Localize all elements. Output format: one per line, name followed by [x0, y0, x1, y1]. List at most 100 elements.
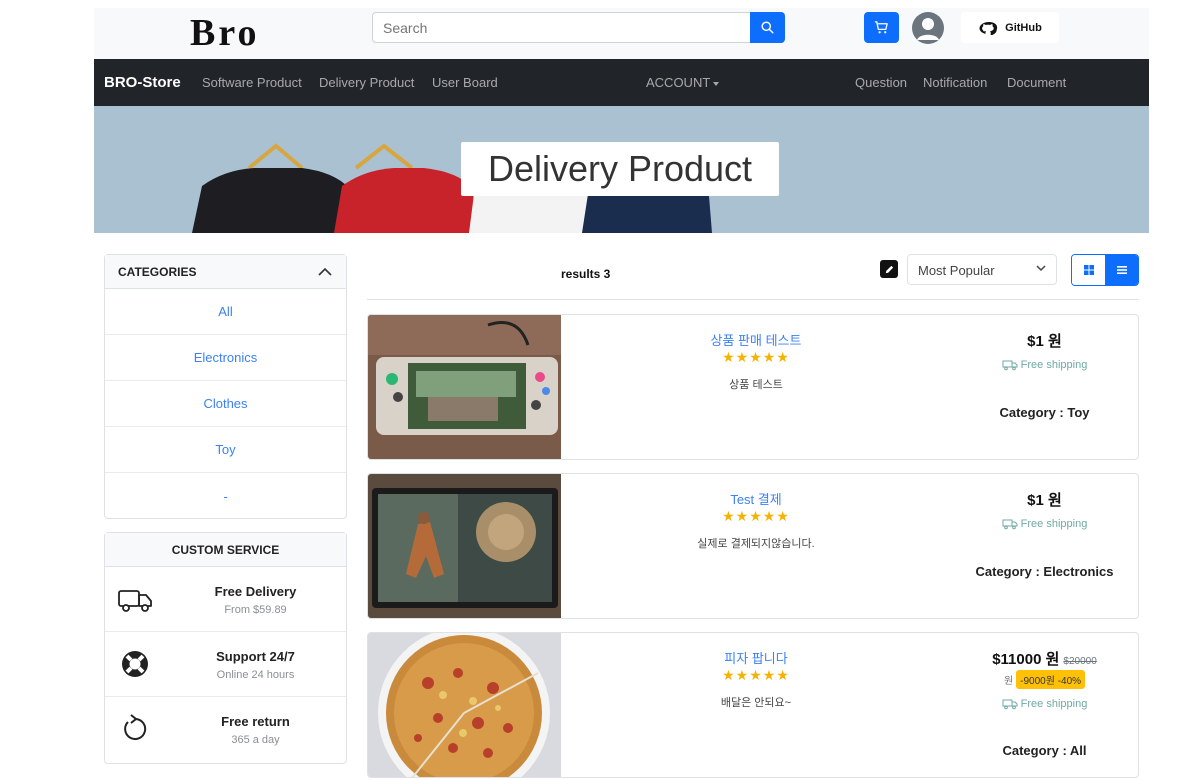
custom-service-header: CUSTOM SERVICE: [105, 533, 346, 567]
product-image[interactable]: [368, 633, 561, 777]
discount-badge: -9000원 -40%: [1016, 670, 1086, 689]
rating-stars: ★★★★★: [722, 667, 790, 683]
product-name-link[interactable]: 상품 판매 테스트: [561, 330, 951, 349]
product-price: $1 원: [1027, 492, 1062, 509]
product-card[interactable]: Test 결제 ★★★★★ 실제로 결제되지않습니다. $1 원 Free sh…: [367, 473, 1139, 619]
category-item-dash[interactable]: -: [105, 473, 346, 519]
hero-banner: Delivery Product: [94, 106, 1149, 233]
product-pricing: $1 원 Free shipping Category : Toy: [951, 315, 1138, 459]
pencil-icon: [885, 265, 893, 273]
navbar-brand[interactable]: BRO-Store: [104, 74, 181, 91]
chevron-down-icon: [1036, 265, 1046, 272]
product-category: Category : Toy: [999, 405, 1090, 420]
category-item-toy[interactable]: Toy: [105, 427, 346, 473]
product-pricing: $1 원 Free shipping Category : Electronic…: [951, 474, 1138, 618]
product-description: 상품 테스트: [729, 379, 783, 391]
search-bar: [372, 12, 785, 43]
rating-stars: ★★★★★: [722, 349, 790, 365]
nav-account-dropdown[interactable]: ACCOUNT: [646, 75, 720, 90]
category-item-all[interactable]: All: [105, 289, 346, 335]
lifebuoy-icon: [122, 651, 148, 677]
product-card[interactable]: 피자 팝니다 ★★★★★ 배달은 안되요~ $11000 원 $20000 원 -9…: [367, 632, 1139, 778]
free-shipping: Free shipping: [951, 359, 1138, 371]
discount-unit: 원: [1003, 676, 1014, 687]
product-price: $1 원: [1027, 333, 1062, 350]
edit-button[interactable]: [880, 260, 898, 278]
return-icon: [124, 714, 147, 740]
product-description: 배달은 안되요~: [720, 697, 792, 709]
main-navbar: BRO-Store Software Product Delivery Prod…: [94, 59, 1149, 106]
category-item-electronics[interactable]: Electronics: [105, 335, 346, 381]
nav-user-board[interactable]: User Board: [432, 75, 498, 90]
product-discount: 원 -9000원 -40%: [951, 670, 1138, 689]
free-shipping: Free shipping: [951, 698, 1138, 710]
category-item-clothes[interactable]: Clothes: [105, 381, 346, 427]
service-title: Free Delivery: [214, 584, 297, 599]
truck-icon: [1002, 699, 1018, 709]
product-category: Category : All: [1002, 743, 1087, 758]
sort-select[interactable]: Most Popular: [907, 254, 1057, 285]
github-button[interactable]: GitHub: [961, 12, 1059, 43]
product-price-value: $11000 원: [992, 651, 1060, 668]
github-label: GitHub: [1005, 21, 1042, 34]
caret-down-icon: [713, 81, 720, 86]
product-category: Category : Electronics: [975, 564, 1114, 579]
product-image[interactable]: [368, 315, 561, 459]
grid-view-button[interactable]: [1072, 255, 1105, 285]
product-info: Test 결제 ★★★★★ 실제로 결제되지않습니다.: [561, 474, 951, 618]
service-title: Support 24/7: [216, 649, 295, 664]
service-subtitle: From $59.89: [224, 604, 287, 616]
categories-title: CATEGORIES: [118, 264, 197, 279]
free-shipping: Free shipping: [951, 518, 1138, 530]
cart-button[interactable]: [864, 12, 899, 43]
handheld-console-photo: [368, 315, 561, 459]
nav-question[interactable]: Question: [855, 75, 907, 90]
shipping-label: Free shipping: [1020, 359, 1088, 371]
product-image[interactable]: [368, 474, 561, 618]
list-icon: [1116, 266, 1127, 274]
page-frame: Bro GitHub BRO-Store Software Product De…: [94, 8, 1149, 780]
sort-selected-value: Most Popular: [918, 263, 995, 278]
custom-service-title: CUSTOM SERVICE: [171, 542, 280, 557]
service-item-delivery: Free Delivery From $59.89: [105, 567, 346, 632]
truck-icon: [118, 590, 152, 612]
nav-document[interactable]: Document: [1007, 75, 1066, 90]
top-header: Bro GitHub: [94, 8, 1149, 59]
shipping-label: Free shipping: [1020, 518, 1088, 530]
custom-service-card: CUSTOM SERVICE Free Delivery From $59.89…: [104, 532, 347, 764]
site-logo[interactable]: Bro: [190, 11, 260, 55]
product-info: 피자 팝니다 ★★★★★ 배달은 안되요~: [561, 633, 951, 777]
product-info: 상품 판매 테스트 ★★★★★ 상품 테스트: [561, 315, 951, 459]
search-input[interactable]: [372, 12, 750, 43]
truck-icon: [1002, 519, 1018, 529]
service-subtitle: Online 24 hours: [216, 669, 295, 681]
categories-card: CATEGORIES All Electronics Clothes Toy -: [104, 254, 347, 519]
view-toggle: [1071, 254, 1139, 286]
pizza-photo: [368, 633, 561, 777]
product-card[interactable]: 상품 판매 테스트 ★★★★★ 상품 테스트 $1 원 Free shippin…: [367, 314, 1139, 460]
github-icon: [979, 21, 998, 35]
list-view-button[interactable]: [1105, 255, 1138, 285]
results-divider: [367, 299, 1139, 300]
product-name-link[interactable]: Test 결제: [561, 489, 951, 508]
search-button[interactable]: [750, 12, 785, 43]
product-name-link[interactable]: 피자 팝니다: [561, 648, 951, 667]
truck-icon: [1002, 360, 1018, 370]
nav-notification[interactable]: Notification: [923, 75, 987, 90]
service-item-support: Support 24/7 Online 24 hours: [105, 632, 346, 697]
categories-header[interactable]: CATEGORIES: [105, 255, 346, 289]
user-icon: [917, 18, 939, 40]
nav-delivery-product[interactable]: Delivery Product: [319, 75, 414, 90]
results-count: results 3: [561, 267, 611, 281]
chevron-up-icon[interactable]: [318, 267, 332, 276]
grid-icon: [1083, 265, 1094, 275]
cart-icon: [874, 21, 888, 34]
rating-stars: ★★★★★: [722, 508, 790, 524]
product-old-price: $20000: [1063, 656, 1097, 667]
nav-account-label: ACCOUNT: [646, 75, 711, 90]
nav-software-product[interactable]: Software Product: [202, 75, 302, 90]
service-title: Free return: [221, 714, 290, 729]
user-avatar[interactable]: [912, 12, 944, 44]
product-price: $11000 원 $20000: [951, 648, 1138, 669]
service-subtitle: 365 a day: [231, 734, 280, 746]
